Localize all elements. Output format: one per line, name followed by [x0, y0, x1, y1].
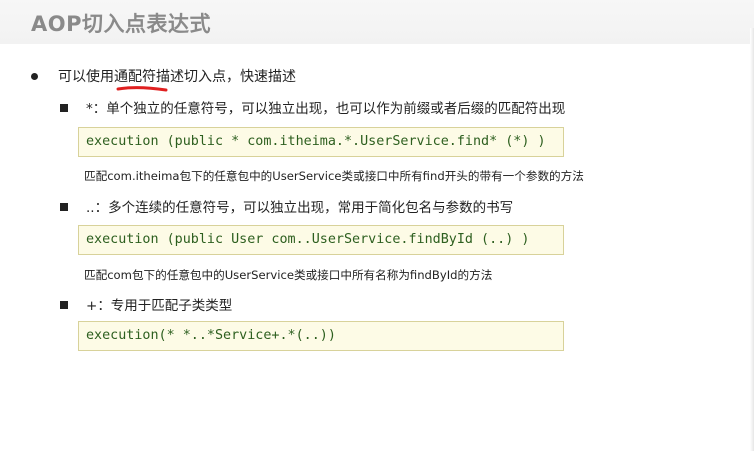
- item-symbol: *: [86, 101, 93, 117]
- item-wildcard-star: *：单个独立的任意符号，可以独立出现，也可以作为前缀或者后缀的匹配符出现: [86, 97, 565, 117]
- item-symbol: +: [86, 298, 98, 314]
- code-example: execution (public * com.itheima.*.UserSe…: [78, 127, 564, 157]
- code-example: execution(* *..*Service+.*(..)): [78, 321, 564, 351]
- item-wildcard-dotdot: ..：多个连续的任意符号，可以独立出现，常用于简化包名与参数的书写: [86, 196, 513, 216]
- code-example: execution (public User com..UserService.…: [78, 225, 564, 255]
- item-symbol: ..: [86, 200, 95, 216]
- item-text: ：单个独立的任意符号，可以独立出现，也可以作为前缀或者后缀的匹配符出现: [92, 101, 566, 117]
- slide-edge-divider: [750, 28, 754, 451]
- item-wildcard-plus: +：专用于匹配子类类型: [86, 294, 232, 314]
- intro-after: 描述切入点，快速描述: [156, 69, 296, 85]
- code-note: 匹配com包下的任意包中的UserService类或接口中所有名称为findBy…: [84, 268, 493, 282]
- item-text: ：专用于匹配子类类型: [97, 298, 233, 314]
- page-title: AOP切入点表达式: [31, 12, 211, 36]
- intro-before: 可以使用: [58, 69, 114, 85]
- bullet-square: [60, 203, 68, 211]
- bullet-square: [60, 301, 68, 309]
- bullet-dot: [31, 73, 38, 80]
- highlight-underline: [116, 86, 168, 92]
- intro-text: 可以使用通配符描述切入点，快速描述: [58, 66, 296, 86]
- bullet-square: [60, 104, 68, 112]
- code-note: 匹配com.itheima包下的任意包中的UserService类或接口中所有f…: [84, 169, 584, 183]
- item-text: ：多个连续的任意符号，可以独立出现，常用于简化包名与参数的书写: [94, 200, 514, 216]
- intro-highlight: 通配符: [114, 69, 156, 85]
